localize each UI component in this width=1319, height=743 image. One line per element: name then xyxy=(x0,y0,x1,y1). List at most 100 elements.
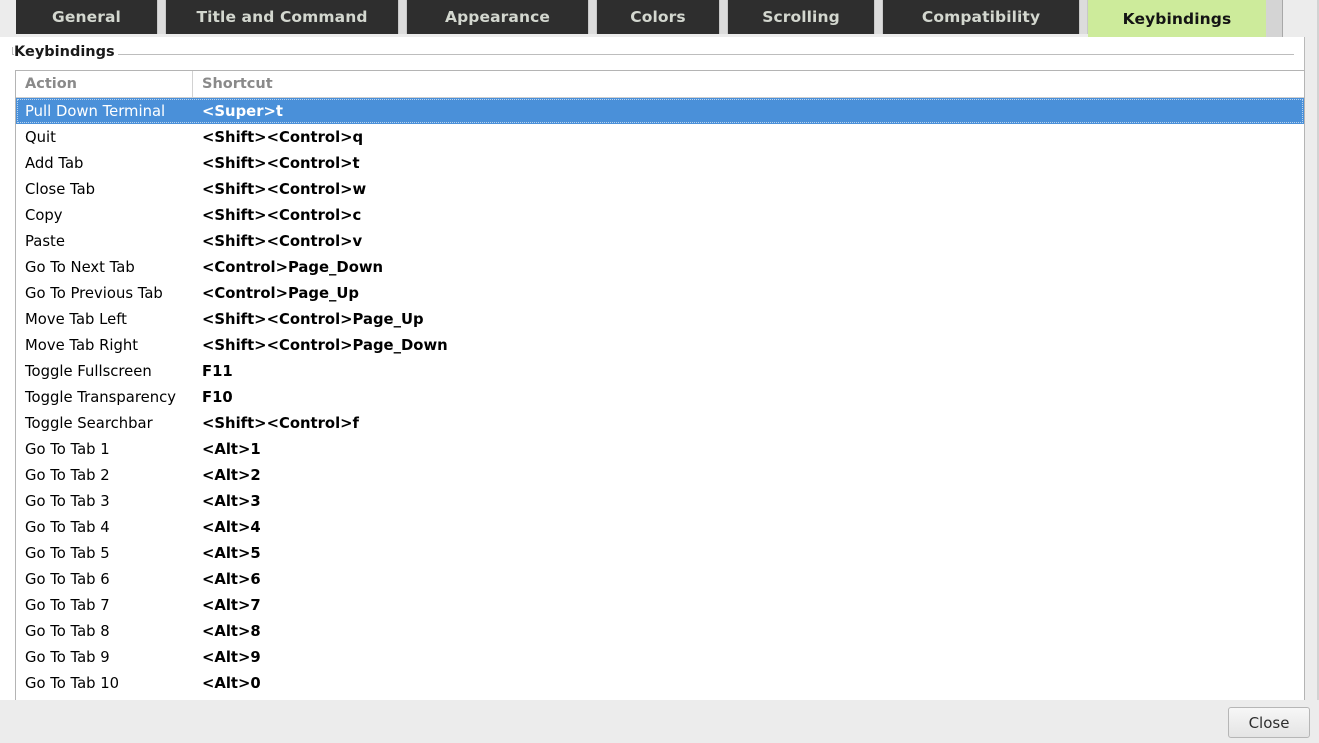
column-header-action[interactable]: Action xyxy=(16,71,193,97)
tab-separator xyxy=(398,0,407,34)
table-row[interactable]: Toggle Searchbar <Shift><Control>f xyxy=(16,410,1304,436)
cell-action: Copy xyxy=(25,206,63,224)
cell-shortcut[interactable]: <Shift><Control>Page_Down xyxy=(193,337,1304,354)
cell-action: Go To Tab 10 xyxy=(25,674,120,692)
tab-label: Keybindings xyxy=(1122,9,1232,28)
table-row[interactable]: Go To Tab 9 <Alt>9 xyxy=(16,644,1304,670)
cell-shortcut[interactable]: <Shift><Control>q xyxy=(193,129,1304,146)
tab-bar: General Title and Command Appearance Colors… xyxy=(0,0,1319,37)
tab-label: Title and Command xyxy=(196,8,368,26)
cell-shortcut[interactable]: <Alt>4 xyxy=(193,519,1304,536)
cell-action: Pull Down Terminal xyxy=(25,102,166,120)
cell-shortcut[interactable]: <Shift><Control>Page_Up xyxy=(193,311,1304,328)
keybindings-list[interactable]: Action Shortcut Pull Down Terminal <Super… xyxy=(15,70,1305,734)
cell-action: Go To Tab 6 xyxy=(25,570,110,588)
cell-shortcut[interactable]: <Alt>7 xyxy=(193,597,1304,614)
cell-action: Go To Next Tab xyxy=(25,258,135,276)
cell-shortcut[interactable]: F10 xyxy=(193,389,1304,406)
cell-shortcut[interactable]: <Shift><Control>v xyxy=(193,233,1304,250)
tab-separator xyxy=(719,0,728,34)
table-row[interactable]: Quit <Shift><Control>q xyxy=(16,124,1304,150)
preferences-window: General Title and Command Appearance Colors… xyxy=(0,0,1319,743)
cell-action: Move Tab Left xyxy=(25,310,127,328)
cell-action: Go To Tab 9 xyxy=(25,648,110,666)
keybindings-frame-header: Keybindings xyxy=(12,44,1294,63)
table-row[interactable]: Pull Down Terminal <Super>t xyxy=(16,98,1304,124)
cell-action: Go To Tab 5 xyxy=(25,544,110,562)
cell-action: Close Tab xyxy=(25,180,96,198)
tab-bar-end-block xyxy=(1266,0,1283,37)
table-header-row: Action Shortcut xyxy=(16,71,1304,98)
tab-label: Appearance xyxy=(445,8,550,26)
tab-appearance[interactable]: Appearance xyxy=(407,0,588,34)
cell-action: Go To Tab 4 xyxy=(25,518,110,536)
table-row[interactable]: Move Tab Left <Shift><Control>Page_Up xyxy=(16,306,1304,332)
cell-shortcut[interactable]: <Shift><Control>c xyxy=(193,207,1304,224)
cell-action: Toggle Searchbar xyxy=(25,414,153,432)
tab-separator xyxy=(588,0,597,34)
tab-colors[interactable]: Colors xyxy=(597,0,719,34)
table-row[interactable]: Add Tab <Shift><Control>t xyxy=(16,150,1304,176)
cell-action: Paste xyxy=(25,232,65,250)
cell-shortcut[interactable]: <Alt>9 xyxy=(193,649,1304,666)
table-row[interactable]: Copy <Shift><Control>c xyxy=(16,202,1304,228)
tab-label: Scrolling xyxy=(762,8,840,26)
tab-title-and-command[interactable]: Title and Command xyxy=(166,0,398,34)
tab-general[interactable]: General xyxy=(16,0,157,34)
tab-compatibility[interactable]: Compatibility xyxy=(883,0,1079,34)
cell-action: Go To Tab 7 xyxy=(25,596,110,614)
cell-shortcut[interactable]: <Alt>0 xyxy=(193,675,1304,692)
cell-shortcut[interactable]: <Alt>1 xyxy=(193,441,1304,458)
table-row[interactable]: Go To Tab 7 <Alt>7 xyxy=(16,592,1304,618)
tab-scrolling[interactable]: Scrolling xyxy=(728,0,874,34)
cell-action: Go To Tab 8 xyxy=(25,622,110,640)
table-row[interactable]: Go To Tab 8 <Alt>8 xyxy=(16,618,1304,644)
table-row[interactable]: Go To Tab 10 <Alt>0 xyxy=(16,670,1304,696)
tab-keybindings[interactable]: Keybindings xyxy=(1088,0,1266,37)
cell-action: Toggle Fullscreen xyxy=(25,362,152,380)
table-row[interactable]: Go To Tab 3 <Alt>3 xyxy=(16,488,1304,514)
table-row[interactable]: Close Tab <Shift><Control>w xyxy=(16,176,1304,202)
keybindings-frame-label: Keybindings xyxy=(14,44,118,60)
cell-shortcut[interactable]: <Super>t xyxy=(193,103,1304,120)
cell-action: Toggle Transparency xyxy=(25,388,176,406)
tab-separator xyxy=(1079,0,1088,34)
cell-shortcut[interactable]: <Shift><Control>t xyxy=(193,155,1304,172)
cell-shortcut[interactable]: <Control>Page_Up xyxy=(193,285,1304,302)
table-row[interactable]: Paste <Shift><Control>v xyxy=(16,228,1304,254)
cell-shortcut[interactable]: <Control>Page_Down xyxy=(193,259,1304,276)
tab-separator xyxy=(157,0,166,34)
cell-shortcut[interactable]: <Alt>8 xyxy=(193,623,1304,640)
table-row[interactable]: Go To Tab 2 <Alt>2 xyxy=(16,462,1304,488)
table-row[interactable]: Toggle Fullscreen F11 xyxy=(16,358,1304,384)
cell-shortcut[interactable]: <Alt>2 xyxy=(193,467,1304,484)
table-row[interactable]: Toggle Transparency F10 xyxy=(16,384,1304,410)
tab-label: Compatibility xyxy=(921,8,1041,26)
cell-shortcut[interactable]: <Alt>5 xyxy=(193,545,1304,562)
cell-action: Go To Previous Tab xyxy=(25,284,163,302)
cell-shortcut[interactable]: <Shift><Control>f xyxy=(193,415,1304,432)
column-header-shortcut[interactable]: Shortcut xyxy=(193,71,1304,97)
table-body: Pull Down Terminal <Super>t Quit <Shift><Co… xyxy=(16,98,1304,696)
table-row[interactable]: Go To Previous Tab <Control>Page_Up xyxy=(16,280,1304,306)
cell-action: Go To Tab 1 xyxy=(25,440,110,458)
dialog-action-area xyxy=(0,700,1319,743)
cell-shortcut[interactable]: <Alt>3 xyxy=(193,493,1304,510)
table-row[interactable]: Go To Tab 6 <Alt>6 xyxy=(16,566,1304,592)
cell-action: Add Tab xyxy=(25,154,84,172)
table-row[interactable]: Move Tab Right <Shift><Control>Page_Down xyxy=(16,332,1304,358)
tab-bar-left-spacer xyxy=(0,0,16,37)
table-row[interactable]: Go To Next Tab <Control>Page_Down xyxy=(16,254,1304,280)
cell-shortcut[interactable]: <Alt>6 xyxy=(193,571,1304,588)
close-button[interactable]: Close xyxy=(1228,707,1310,738)
cell-action: Move Tab Right xyxy=(25,336,139,354)
table-row[interactable]: Go To Tab 5 <Alt>5 xyxy=(16,540,1304,566)
cell-shortcut[interactable]: F11 xyxy=(193,363,1304,380)
table-row[interactable]: Go To Tab 4 <Alt>4 xyxy=(16,514,1304,540)
cell-action: Go To Tab 3 xyxy=(25,492,110,510)
table-row[interactable]: Go To Tab 1 <Alt>1 xyxy=(16,436,1304,462)
cell-shortcut[interactable]: <Shift><Control>w xyxy=(193,181,1304,198)
tab-separator xyxy=(874,0,883,34)
cell-action: Go To Tab 2 xyxy=(25,466,110,484)
cell-action: Quit xyxy=(25,128,56,146)
